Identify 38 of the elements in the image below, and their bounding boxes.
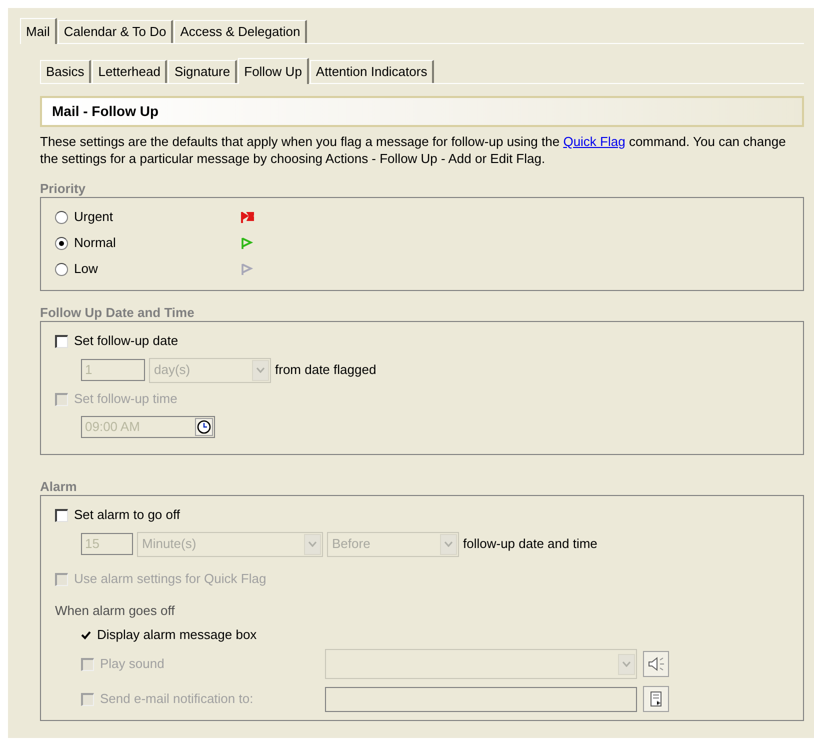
radio-label: Urgent [74,208,114,226]
caret-icon [622,661,631,667]
radio-label: Normal [74,234,117,252]
checkbox[interactable] [55,334,68,348]
tab[interactable]: Follow Up [238,58,309,84]
group-title: Follow Up Date and Time [40,305,196,321]
tab[interactable]: Basics [40,60,92,83]
radio-label: Low [74,260,99,278]
radio-button[interactable] [55,210,68,224]
speaker-icon[interactable] [643,651,669,677]
description-text: These settings are the defaults that apply when you flag a message for follow-up using the Quick Flag command. You can change the settings for a particular message by choosing Actions - Follow Up - Add or Edit Flag. [40,133,787,167]
checkbox-label: Set follow-up time [74,390,178,408]
quick-flag-link[interactable]: Quick Flag [563,134,626,149]
tab[interactable]: Calendar & To Do [58,20,174,43]
section-header: Mail - Follow Up [40,96,804,127]
group-title: Priority [40,181,87,197]
checkbox-label: Set follow-up date [74,332,178,350]
option-label: Display alarm message box [97,626,257,644]
checkbox-label: Play sound [100,655,166,674]
radio-button[interactable] [55,236,68,250]
address-book-icon[interactable] [643,686,669,712]
suffix-text: follow-up date and time [463,535,598,554]
group-title: Alarm [40,479,78,495]
radio-button[interactable] [55,262,68,276]
caret-icon [256,367,265,373]
tab[interactable]: Letterhead [92,60,168,83]
caret-icon [308,541,317,547]
tab[interactable]: Access & Delegation [174,20,308,43]
checkbox-label: Set alarm to go off [74,506,180,524]
when-label: When alarm goes off [55,602,175,620]
checkbox[interactable] [55,508,68,522]
tab[interactable]: Signature [168,60,238,83]
caret-icon [444,541,453,547]
tab[interactable]: Attention Indicators [310,60,434,83]
checkbox-label: Send e-mail notification to: [100,690,254,708]
checkbox-label: Use alarm settings for Quick Flag [74,570,266,588]
tab[interactable]: Mail [20,18,57,44]
suffix-text: from date flagged [275,361,376,380]
